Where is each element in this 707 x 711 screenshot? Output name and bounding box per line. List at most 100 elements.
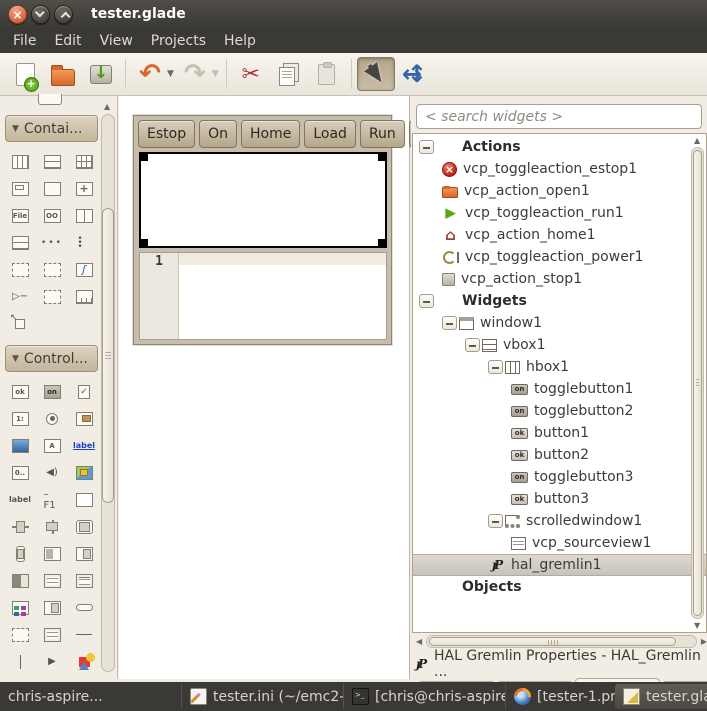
- palette-filechooser-button[interactable]: File: [12, 202, 29, 229]
- palette-fixed[interactable]: [76, 175, 93, 202]
- selection-handle[interactable]: [378, 239, 387, 248]
- new-button[interactable]: [6, 57, 44, 91]
- palette-eventbox[interactable]: [44, 175, 61, 202]
- design-button-on[interactable]: On: [199, 120, 237, 148]
- palette-arrow[interactable]: [44, 648, 61, 675]
- palette-hseparator[interactable]: [76, 621, 93, 648]
- palette-accellabel[interactable]: –F1: [44, 486, 61, 513]
- expander-icon[interactable]: [419, 140, 434, 154]
- tree-row-button2[interactable]: button2: [413, 444, 690, 466]
- palette-listbox[interactable]: [44, 621, 61, 648]
- palette-hscale[interactable]: [12, 513, 29, 540]
- palette-hbox[interactable]: [12, 148, 29, 175]
- palette-spinbutton[interactable]: 0..: [12, 459, 29, 486]
- design-button-run[interactable]: Run: [360, 120, 405, 148]
- copy-button[interactable]: [270, 57, 308, 91]
- palette-volumebutton[interactable]: ◀): [44, 459, 61, 486]
- tree-row-button3[interactable]: button3: [413, 488, 690, 510]
- palette-layout[interactable]: [44, 283, 61, 310]
- palette-combobox-text[interactable]: [44, 594, 61, 621]
- tree-row-hbox1[interactable]: hbox1: [413, 356, 690, 378]
- undo-button[interactable]: ↶: [131, 57, 169, 91]
- palette-separator-toolitem[interactable]: [76, 594, 93, 621]
- palette-togglebutton[interactable]: on: [44, 378, 61, 405]
- close-button[interactable]: ×: [8, 5, 27, 24]
- palette-hscrollbar[interactable]: [76, 513, 93, 540]
- search-widgets-input[interactable]: [416, 104, 702, 129]
- taskbar-item-tester-ini-emc2[interactable]: tester.ini (~/emc2-...: [182, 684, 344, 709]
- palette-iconview[interactable]: [44, 256, 61, 283]
- taskbar-item-tester-gla[interactable]: tester.gla...: [615, 684, 707, 709]
- palette-label[interactable]: label: [12, 486, 29, 513]
- redo-button[interactable]: ↷: [176, 57, 214, 91]
- palette-vscrollbar[interactable]: [16, 540, 25, 567]
- palette-checkbutton[interactable]: [78, 378, 90, 405]
- palette-frame[interactable]: [12, 175, 29, 202]
- design-button-load[interactable]: Load: [304, 120, 356, 148]
- tree-row-vcp-action-home1[interactable]: vcp_action_home1: [413, 224, 690, 246]
- scroll-up-arrow[interactable]: ▲: [104, 102, 110, 111]
- palette-textview[interactable]: [44, 567, 61, 594]
- palette-calendar[interactable]: [12, 621, 29, 648]
- palette-radiobutton[interactable]: [46, 405, 58, 432]
- menu-edit[interactable]: Edit: [45, 30, 90, 52]
- tree-row-window1[interactable]: window1: [413, 312, 690, 334]
- palette-colorbutton[interactable]: [12, 432, 29, 459]
- tree-row-vcp-sourceview1[interactable]: vcp_sourceview1: [413, 532, 690, 554]
- palette-entry[interactable]: [76, 486, 93, 513]
- tree-row-vcp-toggleaction-estop1[interactable]: vcp_toggleaction_estop1: [413, 158, 690, 180]
- palette-section-controls[interactable]: ▼ Control...: [5, 345, 98, 372]
- drag-resize-button[interactable]: [395, 57, 433, 91]
- palette-expander[interactable]: ▷−: [12, 283, 29, 310]
- taskbar-item-chris-aspire[interactable]: chris-aspire...: [0, 684, 182, 709]
- tree-row-button1[interactable]: button1: [413, 422, 690, 444]
- source-text-area[interactable]: [179, 253, 386, 339]
- palette-section-containers[interactable]: ▼ Contai...: [5, 115, 98, 142]
- menu-help[interactable]: Help: [215, 30, 265, 52]
- palette-treeview[interactable]: [76, 567, 93, 594]
- tree-row-objects[interactable]: Objects: [413, 576, 690, 598]
- menu-view[interactable]: View: [91, 30, 142, 52]
- scroll-left-arrow[interactable]: ◀: [416, 637, 422, 646]
- tree-row-actions[interactable]: Actions: [413, 136, 690, 158]
- palette-table[interactable]: [76, 148, 93, 175]
- palette-scrollbar-thumb[interactable]: [102, 208, 114, 503]
- palette-entry-completion[interactable]: 1:: [12, 405, 29, 432]
- palette-toolbar[interactable]: [76, 283, 93, 310]
- save-button[interactable]: [82, 57, 120, 91]
- minimize-button[interactable]: [31, 5, 50, 24]
- palette-notebook[interactable]: OO: [44, 202, 61, 229]
- tree-vscrollbar-thumb[interactable]: [693, 150, 702, 616]
- tree-row-vcp-action-open1[interactable]: vcp_action_open1: [413, 180, 690, 202]
- palette-vbox[interactable]: [44, 148, 61, 175]
- palette-scrolledwindow[interactable]: ʃ: [76, 256, 93, 283]
- palette-linkbutton[interactable]: label: [76, 432, 93, 459]
- selection-handle[interactable]: [139, 239, 148, 248]
- palette-vseparator[interactable]: [12, 648, 29, 675]
- paste-button[interactable]: [308, 57, 346, 91]
- tree-row-widgets[interactable]: Widgets: [413, 290, 690, 312]
- menu-projects[interactable]: Projects: [142, 30, 215, 52]
- tree-row-vcp-toggleaction-run1[interactable]: vcp_toggleaction_run1: [413, 202, 690, 224]
- tree-row-togglebutton1[interactable]: togglebutton1: [413, 378, 690, 400]
- tree-row-vcp-toggleaction-power1[interactable]: vcp_toggleaction_power1: [413, 246, 690, 268]
- tree-row-hal-gremlin1[interactable]: hal_gremlin1: [413, 554, 706, 576]
- palette-hpaned[interactable]: [76, 202, 93, 229]
- expander-icon[interactable]: [488, 514, 503, 528]
- palette-image[interactable]: [76, 459, 93, 486]
- selector-button[interactable]: [357, 57, 395, 91]
- open-button[interactable]: [44, 57, 82, 91]
- palette-vscale[interactable]: [45, 513, 59, 540]
- scroll-up-arrow[interactable]: ▲: [694, 136, 700, 145]
- tree-row-scrolledwindow1[interactable]: scrolledwindow1: [413, 510, 690, 532]
- expander-icon[interactable]: [488, 360, 503, 374]
- expander-icon[interactable]: [419, 294, 434, 308]
- palette-drawingarea[interactable]: [79, 648, 90, 675]
- tree-hscrollbar-thumb[interactable]: [429, 637, 676, 646]
- palette-hbuttonbox[interactable]: •••: [44, 229, 61, 256]
- palette-combobox[interactable]: [76, 405, 93, 432]
- maximize-button[interactable]: [54, 5, 73, 24]
- palette-vbuttonbox[interactable]: •••: [80, 229, 88, 256]
- palette-iconview-display[interactable]: [12, 594, 29, 621]
- palette-viewport[interactable]: [12, 256, 29, 283]
